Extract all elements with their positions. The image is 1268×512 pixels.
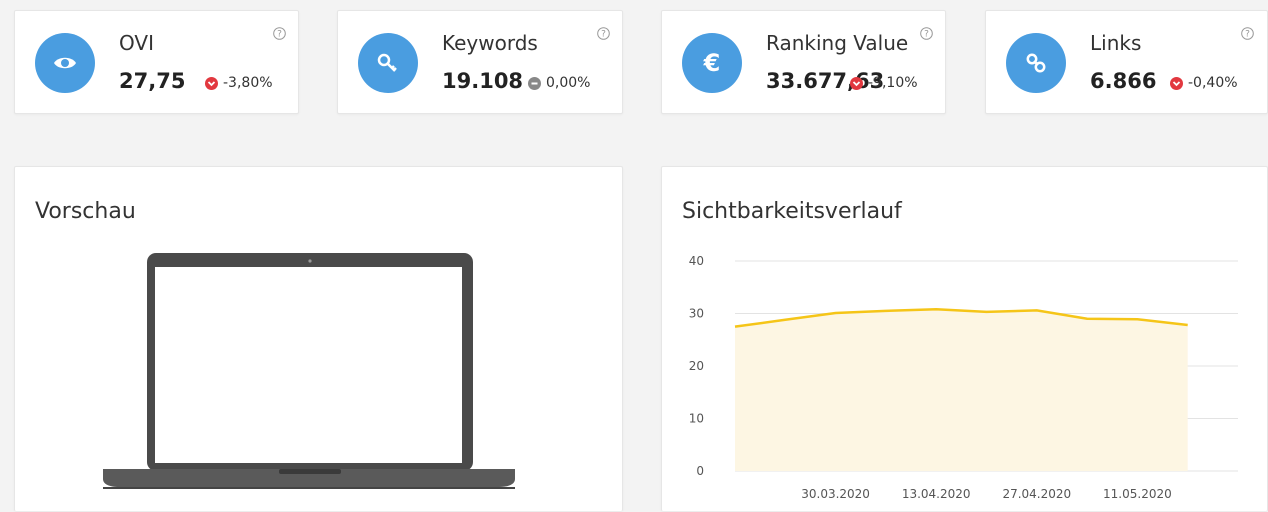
kpi-change: -3,80% bbox=[205, 75, 273, 91]
kpi-card-keywords: Keywords 19.108 0,00% ? bbox=[337, 10, 623, 114]
kpi-change-value: 0,00% bbox=[546, 75, 591, 91]
kpi-change: -9,10% bbox=[850, 75, 918, 91]
y-tick-label: 30 bbox=[689, 307, 704, 321]
kpi-change-value: -9,10% bbox=[868, 75, 918, 91]
panel-title: Vorschau bbox=[35, 199, 136, 224]
kpi-change-value: -0,40% bbox=[1188, 75, 1238, 91]
kpi-value: 27,75 bbox=[119, 69, 186, 93]
x-tick-label: 11.05.2020 bbox=[1103, 487, 1172, 501]
trend-down-icon bbox=[1170, 76, 1183, 90]
kpi-value: 19.108 bbox=[442, 69, 524, 93]
kpi-change-value: -3,80% bbox=[223, 75, 273, 91]
kpi-card-ovi: OVI 27,75 -3,80% ? bbox=[14, 10, 299, 114]
help-icon[interactable]: ? bbox=[273, 27, 286, 40]
y-tick-label: 40 bbox=[689, 254, 704, 268]
kpi-label: Keywords bbox=[442, 31, 538, 55]
svg-text:?: ? bbox=[1245, 30, 1250, 40]
trend-down-icon bbox=[205, 76, 218, 90]
trend-down-icon bbox=[850, 76, 863, 90]
series-area bbox=[735, 309, 1188, 471]
laptop-illustration bbox=[103, 253, 515, 489]
kpi-change: -0,40% bbox=[1170, 75, 1238, 91]
help-icon[interactable]: ? bbox=[920, 27, 933, 40]
kpi-card-ranking-value: € Ranking Value 33.677,63 -9,10% ? bbox=[661, 10, 946, 114]
help-icon[interactable]: ? bbox=[1241, 27, 1254, 40]
kpi-label: OVI bbox=[119, 31, 154, 55]
kpi-label: Ranking Value bbox=[766, 31, 909, 55]
x-tick-label: 30.03.2020 bbox=[801, 487, 870, 501]
kpi-value: 6.866 bbox=[1090, 69, 1157, 93]
kpi-label: Links bbox=[1090, 31, 1142, 55]
visibility-panel: Sichtbarkeitsverlauf 0 10 20 30 40 30.03.2020… bbox=[661, 166, 1268, 511]
eye-icon bbox=[35, 33, 95, 93]
euro-icon: € bbox=[682, 33, 742, 93]
svg-text:?: ? bbox=[924, 30, 929, 40]
svg-text:?: ? bbox=[277, 30, 282, 40]
svg-text:?: ? bbox=[601, 30, 606, 40]
key-icon bbox=[358, 33, 418, 93]
x-tick-label: 13.04.2020 bbox=[902, 487, 971, 501]
visibility-chart: 0 10 20 30 40 30.03.2020 13.04.2020 27.04.2020 1… bbox=[689, 254, 1238, 501]
help-icon[interactable]: ? bbox=[597, 27, 610, 40]
preview-panel: Vorschau bbox=[14, 166, 623, 511]
kpi-card-links: Links 6.866 -0,40% ? bbox=[985, 10, 1268, 114]
y-tick-label: 0 bbox=[696, 464, 704, 478]
kpi-change: 0,00% bbox=[528, 75, 590, 91]
y-tick-label: 20 bbox=[689, 359, 704, 373]
x-tick-label: 27.04.2020 bbox=[1002, 487, 1071, 501]
link-icon bbox=[1006, 33, 1066, 93]
trend-neutral-icon bbox=[528, 76, 541, 90]
y-tick-label: 10 bbox=[689, 412, 704, 426]
